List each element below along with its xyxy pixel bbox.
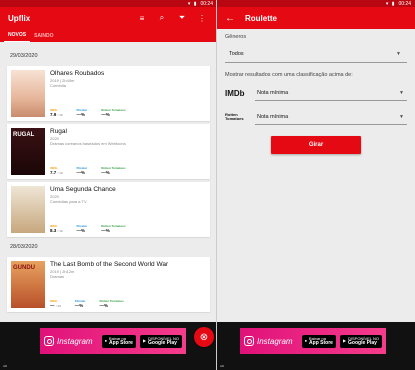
movie-title: Uma Segunda Chance	[50, 186, 116, 193]
imdb-score: 7.7 / 10	[50, 170, 63, 175]
tab-novos[interactable]: NOVOS	[4, 32, 31, 42]
status-time: 00:24	[398, 0, 411, 7]
back-arrow-icon[interactable]: ←	[225, 13, 235, 24]
tab-saindo[interactable]: SAINDO	[30, 33, 57, 42]
movie-card[interactable]: Olhares Roubados 2019 | 2h40m Comédia IM…	[7, 66, 210, 121]
movie-title: Olhares Roubados	[50, 70, 105, 77]
classificacao-label: Mostrar resultados com uma classificação…	[225, 72, 353, 78]
dropdown-arrow-icon: ▼	[396, 51, 401, 57]
poster-title: RUGAL	[13, 132, 35, 138]
rotten-score: —%	[101, 170, 110, 175]
rotten-score: —%	[101, 112, 110, 117]
rotten-score: —%	[101, 228, 110, 233]
movie-list: 29/03/2020 Olhares Roubados 2019 | 2h40m…	[0, 42, 217, 312]
generos-select[interactable]: Todos ▼	[225, 46, 407, 63]
movie-card[interactable]: Uma Segunda Chance 2020 Comédias para a …	[7, 182, 210, 237]
status-icons: ▾ ▮	[187, 0, 198, 7]
google-play-badge[interactable]: ▶ DISPONÍVEL NO Google Play	[139, 334, 182, 348]
flixster-score: —%	[76, 228, 86, 233]
app-store-badge[interactable]: ● Baixar na App Store	[101, 334, 136, 348]
ad-badge: AD	[3, 364, 8, 368]
movie-card[interactable]: RUGAL Rugal 2020 Dramas coreanos baseado…	[7, 124, 210, 179]
close-fab[interactable]: ⊗	[194, 327, 214, 347]
status-time: 00:24	[200, 0, 213, 7]
movie-poster: RUGAL	[11, 128, 45, 175]
sort-icon[interactable]: ≡	[135, 14, 149, 23]
close-icon: ⊗	[199, 331, 209, 343]
movie-title: The Last Bomb of the Second World War	[50, 261, 169, 268]
search-icon[interactable]: ⌕	[155, 13, 169, 23]
app-store-badge[interactable]: ● Baixar na App Store	[301, 334, 336, 348]
play-icon: ▶	[142, 338, 147, 343]
play-icon: ▶	[342, 338, 347, 343]
generos-label: Gêneros	[225, 34, 247, 40]
rotten-tomatoes-logo: Rotten Tomatoes	[225, 112, 244, 121]
date-header: 29/03/2020	[10, 53, 38, 59]
imdb-score: 8.3 / 10	[50, 228, 63, 233]
movie-poster: GUNDU	[11, 261, 45, 308]
instagram-icon	[244, 336, 254, 346]
apple-icon: ●	[104, 338, 108, 343]
ad-badge: AD	[220, 364, 225, 368]
roulette-screen: ▾ ▮ 00:24 ← Roulette Gêneros Todos ▼ Mos…	[217, 0, 415, 370]
movie-genre: Comédias para a TV	[50, 199, 87, 204]
date-header: 28/03/2020	[10, 244, 38, 250]
google-play-badge[interactable]: ▶ DISPONÍVEL NO Google Play	[339, 334, 382, 348]
roulette-form: Gêneros Todos ▼ Mostrar resultados com u…	[217, 29, 415, 154]
instagram-ad[interactable]: Instagram ● Baixar na App Store ▶ DISPONÍVE…	[40, 328, 186, 354]
ad-banner[interactable]: Instagram ● Baixar na App Store ▶ DISPONÍVE…	[217, 322, 415, 370]
instagram-logo: Instagram	[244, 336, 298, 346]
flixster-score: —%	[74, 303, 84, 308]
app-title: Upflix	[8, 13, 31, 23]
page-title: Roulette	[245, 13, 277, 23]
app-bar: Upflix ≡ ⌕ ⏷ ⋮	[0, 7, 217, 29]
instagram-icon	[44, 336, 54, 346]
instagram-logo: Instagram	[44, 336, 98, 346]
imdb-score: 7.9 / 10	[50, 112, 63, 117]
dropdown-arrow-icon: ▼	[399, 113, 404, 120]
movie-card[interactable]: GUNDU The Last Bomb of the Second World …	[7, 257, 210, 312]
more-icon[interactable]: ⋮	[195, 14, 209, 23]
movie-genre: Dramas	[50, 274, 65, 279]
poster-title: GUNDU	[13, 265, 35, 271]
tab-bar: NOVOS SAINDO	[0, 29, 217, 42]
imdb-min-select[interactable]: Nota mínima ▼	[255, 85, 407, 101]
filter-icon[interactable]: ⏷	[175, 13, 189, 23]
imdb-score: — / 10	[50, 303, 61, 308]
upflix-list-screen: ▾ ▮ 00:24 Upflix ≡ ⌕ ⏷ ⋮ NOVOS SAINDO 29…	[0, 0, 217, 370]
movie-poster	[11, 186, 45, 233]
flixster-score: —%	[76, 112, 86, 117]
dropdown-arrow-icon: ▼	[399, 89, 404, 96]
rotten-rating-row: Rotten Tomatoes Nota mínima ▼	[225, 108, 407, 126]
movie-title: Rugal	[50, 128, 67, 135]
rotten-score: —%	[99, 303, 108, 308]
status-bar: ▾ ▮ 00:24	[217, 0, 415, 7]
movie-genre: Dramas coreanos baseados em Webtoons	[50, 141, 126, 146]
status-bar: ▾ ▮ 00:24	[0, 0, 217, 7]
ad-banner[interactable]: Instagram ● Baixar na App Store ▶ DISPONÍVE…	[0, 322, 217, 370]
imdb-rating-row: IMDb Nota mínima ▼	[225, 84, 407, 102]
instagram-ad[interactable]: Instagram ● Baixar na App Store ▶ DISPONÍVE…	[240, 328, 386, 354]
movie-genre: Comédia	[50, 83, 67, 88]
app-bar: ← Roulette	[217, 7, 415, 29]
imdb-logo: IMDb	[225, 88, 245, 98]
status-icons: ▾ ▮	[385, 0, 396, 7]
apple-icon: ●	[304, 338, 308, 343]
movie-poster	[11, 70, 45, 117]
girar-button[interactable]: Girar	[271, 136, 361, 154]
rotten-min-select[interactable]: Nota mínima ▼	[255, 109, 407, 125]
flixster-score: —%	[76, 170, 86, 175]
